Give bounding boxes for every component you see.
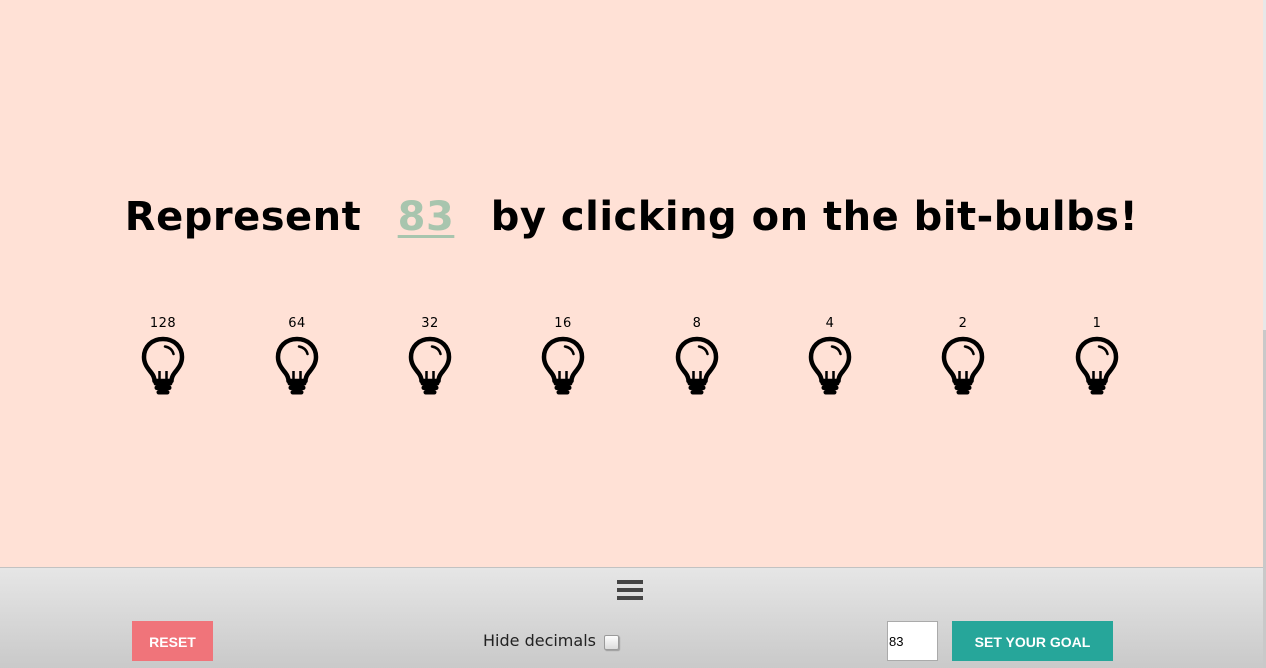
goal-number: 83 [397,194,455,240]
bit-value-label: 4 [825,316,835,331]
lightbulb-icon [808,336,852,395]
footer-toolbar: RESET Hide decimals SET YOUR GOAL [0,567,1263,668]
lightbulb-icon [408,336,452,395]
goal-input[interactable] [887,621,938,661]
lightbulb-icon [275,336,319,395]
bit-bulb[interactable]: 4 [800,316,860,396]
bit-value-label: 2 [958,316,968,331]
bit-bulb[interactable]: 1 [1067,316,1127,396]
set-goal-button[interactable]: SET YOUR GOAL [952,621,1113,661]
bit-value-label: 8 [692,316,702,331]
bit-bulb[interactable]: 128 [133,316,193,396]
lightbulb-icon [1075,336,1119,395]
bit-value-label: 64 [288,316,306,331]
bit-bulb[interactable]: 16 [533,316,593,396]
lightbulb-icon [675,336,719,395]
bit-bulb[interactable]: 2 [933,316,993,396]
bit-value-label: 32 [421,316,439,331]
bit-bulb[interactable]: 32 [400,316,460,396]
bit-value-label: 16 [554,316,572,331]
bit-value-label: 1 [1092,316,1102,331]
headline-suffix: by clicking on the bit-bulbs! [490,194,1139,240]
bit-value-label: 128 [149,316,177,331]
bit-bulb[interactable]: 64 [267,316,327,396]
challenge-headline: Represent 83 by clicking on the bit-bulb… [0,192,1263,242]
lightbulb-icon [541,336,585,395]
lightbulb-icon [941,336,985,395]
lightbulb-icon [141,336,185,395]
hide-decimals-label: Hide decimals [483,631,596,650]
reset-button[interactable]: RESET [132,621,213,661]
headline-prefix: Represent [124,194,362,240]
hamburger-menu-icon[interactable] [617,580,643,602]
bit-bulb[interactable]: 8 [667,316,727,396]
hide-decimals-checkbox[interactable] [604,635,619,650]
